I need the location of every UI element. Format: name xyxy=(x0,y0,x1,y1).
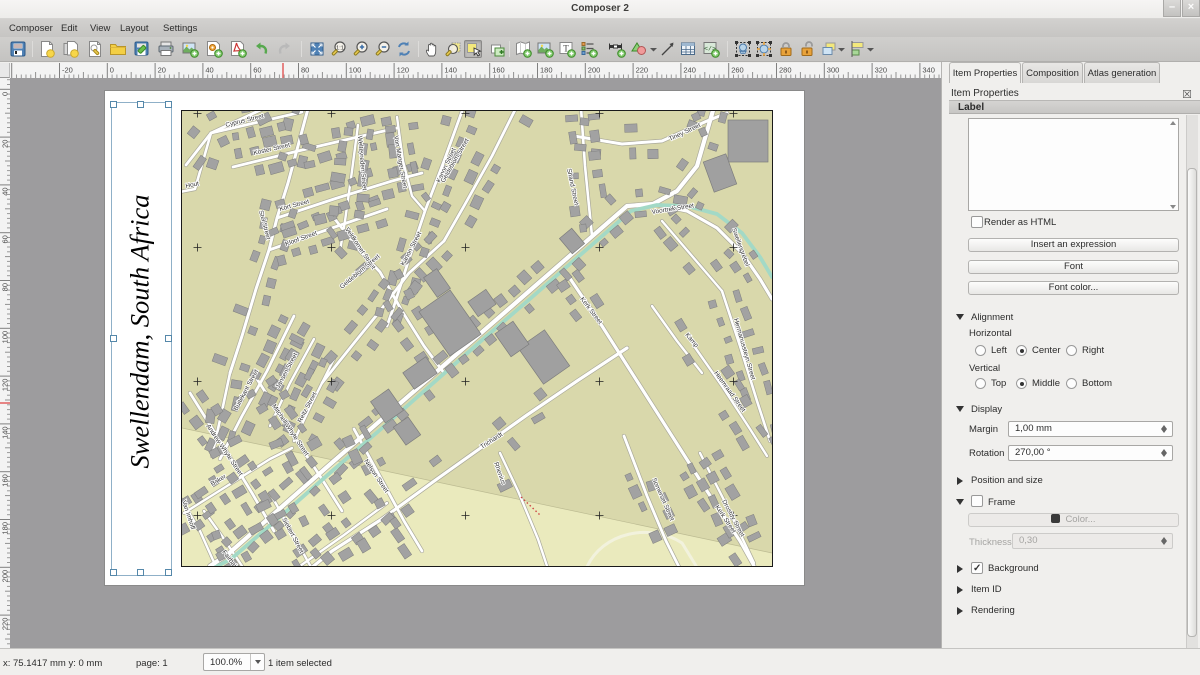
svg-text:240: 240 xyxy=(683,66,696,75)
svg-text:-20: -20 xyxy=(62,66,73,75)
svg-text:40: 40 xyxy=(205,66,213,75)
svg-text:120: 120 xyxy=(1,379,10,392)
svg-text:220: 220 xyxy=(1,618,10,631)
svg-text:20: 20 xyxy=(1,140,10,148)
svg-text:180: 180 xyxy=(540,66,553,75)
svg-text:260: 260 xyxy=(731,66,744,75)
svg-text:200: 200 xyxy=(588,66,601,75)
svg-text:60: 60 xyxy=(1,235,10,243)
svg-text:0: 0 xyxy=(110,66,114,75)
svg-text:40: 40 xyxy=(1,187,10,195)
svg-text:80: 80 xyxy=(301,66,309,75)
svg-text:80: 80 xyxy=(1,283,10,291)
svg-text:60: 60 xyxy=(253,66,261,75)
svg-text:100: 100 xyxy=(1,331,10,344)
svg-text:20: 20 xyxy=(158,66,166,75)
svg-text:140: 140 xyxy=(444,66,457,75)
svg-text:160: 160 xyxy=(1,474,10,487)
svg-text:120: 120 xyxy=(397,66,410,75)
svg-text:300: 300 xyxy=(827,66,840,75)
svg-text:1:1: 1:1 xyxy=(336,45,344,51)
svg-text:280: 280 xyxy=(779,66,792,75)
svg-text:340: 340 xyxy=(922,66,935,75)
svg-text:180: 180 xyxy=(1,522,10,535)
svg-text:160: 160 xyxy=(492,66,505,75)
svg-text:0: 0 xyxy=(1,92,10,96)
svg-text:320: 320 xyxy=(875,66,888,75)
svg-text:140: 140 xyxy=(1,426,10,439)
svg-text:220: 220 xyxy=(636,66,649,75)
svg-text:200: 200 xyxy=(1,570,10,583)
svg-text:100: 100 xyxy=(349,66,362,75)
